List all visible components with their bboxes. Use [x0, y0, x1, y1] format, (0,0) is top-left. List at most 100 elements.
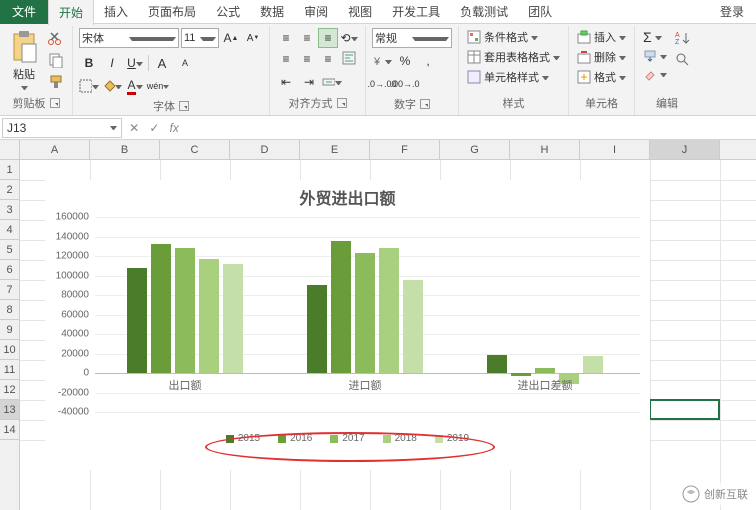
formula-input[interactable]	[184, 118, 756, 137]
col-header-G[interactable]: G	[440, 140, 510, 159]
tab-load[interactable]: 负载测试	[450, 0, 518, 24]
indent-increase[interactable]: ⇥	[299, 72, 319, 92]
expand-icon[interactable]	[337, 98, 347, 108]
row-header-3[interactable]: 3	[0, 200, 19, 220]
row-header-7[interactable]: 7	[0, 280, 19, 300]
table-format-button[interactable]: 套用表格格式	[465, 48, 562, 66]
border-button[interactable]	[79, 76, 99, 96]
font-size-combo[interactable]: 11	[181, 28, 219, 48]
font-name-combo[interactable]: 宋体	[79, 28, 179, 48]
percent-button[interactable]: %	[395, 51, 415, 71]
wrap-button[interactable]	[339, 48, 359, 68]
cells-area[interactable]: 外贸进出口额-40000-200000200004000060000800001…	[20, 160, 756, 510]
selected-cell[interactable]	[649, 399, 720, 420]
number-format-combo[interactable]: 常规	[372, 28, 452, 48]
tab-dev[interactable]: 开发工具	[382, 0, 450, 24]
row-header-10[interactable]: 10	[0, 340, 19, 360]
bar	[223, 264, 243, 373]
col-header-I[interactable]: I	[580, 140, 650, 159]
row-header-4[interactable]: 4	[0, 220, 19, 240]
row-header-6[interactable]: 6	[0, 260, 19, 280]
increase-decimal[interactable]: .0→.00	[372, 74, 392, 94]
decrease-font2-button[interactable]: A	[175, 53, 195, 73]
category-label: 进口额	[349, 377, 382, 393]
select-all-corner[interactable]	[0, 140, 20, 160]
chart[interactable]: 外贸进出口额-40000-200000200004000060000800001…	[45, 180, 650, 470]
row-header-5[interactable]: 5	[0, 240, 19, 260]
find-button[interactable]	[673, 50, 693, 70]
expand-icon[interactable]	[420, 99, 430, 109]
tab-formula[interactable]: 公式	[206, 0, 250, 24]
col-header-D[interactable]: D	[230, 140, 300, 159]
align-top-left[interactable]: ≡	[276, 28, 296, 48]
align-bottom-right[interactable]: ≡	[318, 49, 338, 69]
col-header-F[interactable]: F	[370, 140, 440, 159]
cancel-icon[interactable]: ✕	[129, 121, 139, 135]
cell-styles-button[interactable]: 单元格样式	[465, 68, 562, 86]
merge-icon	[322, 75, 335, 89]
row-header-8[interactable]: 8	[0, 300, 19, 320]
bold-button[interactable]: B	[79, 53, 99, 73]
paste-button[interactable]: 粘贴	[6, 28, 42, 93]
align-top-right[interactable]: ≡	[318, 28, 338, 48]
row-header-2[interactable]: 2	[0, 180, 19, 200]
comma-button[interactable]: ,	[418, 51, 438, 71]
tab-view[interactable]: 视图	[338, 0, 382, 24]
col-header-J[interactable]: J	[650, 140, 720, 159]
fill-color-button[interactable]	[102, 76, 122, 96]
copy-button[interactable]	[46, 50, 66, 70]
bar	[403, 280, 423, 373]
expand-icon[interactable]	[50, 98, 60, 108]
tab-team[interactable]: 团队	[518, 0, 562, 24]
login-link[interactable]: 登录	[708, 0, 756, 24]
tab-data[interactable]: 数据	[250, 0, 294, 24]
col-header-A[interactable]: A	[20, 140, 90, 159]
row-header-1[interactable]: 1	[0, 160, 19, 180]
row-header-14[interactable]: 14	[0, 420, 19, 440]
accept-icon[interactable]: ✓	[149, 121, 159, 135]
tab-review[interactable]: 审阅	[294, 0, 338, 24]
clear-button[interactable]	[641, 66, 669, 82]
col-header-E[interactable]: E	[300, 140, 370, 159]
currency-button[interactable]: ¥	[372, 51, 392, 71]
tab-insert[interactable]: 插入	[94, 0, 138, 24]
decrease-decimal[interactable]: .00→.0	[395, 74, 415, 94]
cut-button[interactable]	[46, 28, 66, 48]
row-header-9[interactable]: 9	[0, 320, 19, 340]
col-header-C[interactable]: C	[160, 140, 230, 159]
col-header-H[interactable]: H	[510, 140, 580, 159]
col-header-B[interactable]: B	[90, 140, 160, 159]
row-header-11[interactable]: 11	[0, 360, 19, 380]
format-cell-button[interactable]: 格式	[575, 68, 628, 86]
italic-button[interactable]: I	[102, 53, 122, 73]
sort-filter-button[interactable]: AZ	[673, 28, 693, 48]
group-clipboard: 粘贴 剪贴板	[0, 26, 73, 115]
tab-layout[interactable]: 页面布局	[138, 0, 206, 24]
tab-file[interactable]: 文件	[0, 0, 48, 24]
align-bottom-center[interactable]: ≡	[297, 49, 317, 69]
tab-home[interactable]: 开始	[48, 0, 94, 25]
align-bottom-left[interactable]: ≡	[276, 49, 296, 69]
fx-icon[interactable]: fx	[170, 121, 179, 135]
underline-button[interactable]: U	[125, 53, 145, 73]
increase-font2-button[interactable]: A	[152, 53, 172, 73]
align-top-center[interactable]: ≡	[297, 28, 317, 48]
row-header-13[interactable]: 13	[0, 400, 19, 420]
font-color-button[interactable]: A	[125, 76, 145, 96]
insert-cell-button[interactable]: 插入	[575, 28, 628, 46]
merge-button[interactable]	[322, 72, 342, 92]
cond-format-button[interactable]: 条件格式	[465, 28, 562, 46]
name-box[interactable]: J13	[2, 118, 122, 138]
indent-decrease[interactable]: ⇤	[276, 72, 296, 92]
fill-button[interactable]	[641, 48, 669, 64]
delete-cell-button[interactable]: 删除	[575, 48, 628, 66]
phonetic-button[interactable]: wén	[148, 76, 168, 96]
autosum-button[interactable]: Σ	[641, 28, 669, 46]
expand-icon[interactable]	[179, 101, 189, 111]
orientation-button[interactable]: ⟲	[339, 28, 359, 48]
increase-font-button[interactable]: A▲	[221, 28, 241, 48]
decrease-font-button[interactable]: A▼	[243, 28, 263, 48]
chart-title: 外贸进出口额	[45, 180, 650, 217]
row-header-12[interactable]: 12	[0, 380, 19, 400]
format-painter-button[interactable]	[46, 72, 66, 92]
